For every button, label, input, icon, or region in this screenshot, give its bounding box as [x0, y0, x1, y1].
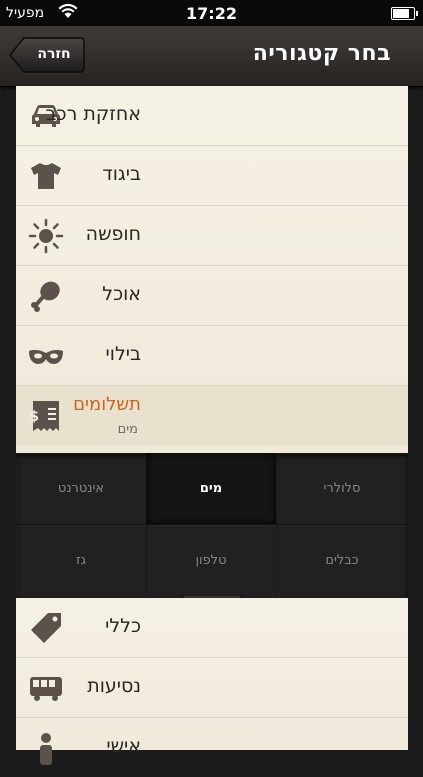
svg-text:$: $	[29, 409, 39, 425]
status-bar: מפעיל 17:22	[0, 0, 423, 26]
selected-subcategory-label: מים	[117, 422, 138, 437]
category-row-payments[interactable]: $ תשלומים מים	[16, 386, 408, 446]
bus-icon	[30, 677, 62, 701]
category-row-general[interactable]: כללי	[16, 598, 408, 658]
subcategory-water[interactable]: מים	[146, 453, 277, 525]
category-label: כללי	[105, 615, 141, 637]
bill-icon: $	[29, 401, 59, 431]
tag-icon	[31, 613, 61, 643]
back-button-label: חזרה	[37, 46, 71, 62]
category-label: אחזקת רכב	[45, 103, 141, 125]
subcategory-internet[interactable]: אינטרנט	[16, 453, 147, 525]
category-list-more: כללי נסיעות אישי	[16, 598, 408, 765]
category-label: ביגוד	[102, 163, 141, 185]
mask-icon	[29, 349, 63, 364]
subcategory-cellular[interactable]: סלולרי	[276, 453, 408, 525]
category-row-entertainment[interactable]: בילוי	[16, 326, 408, 386]
subcategory-phone[interactable]: טלפון	[146, 525, 277, 596]
clock: 17:22	[186, 4, 237, 23]
battery-icon	[391, 7, 418, 20]
page-title: בחר קטגוריה	[252, 41, 391, 66]
category-label: תשלומים	[73, 394, 141, 415]
category-row-personal[interactable]: אישי	[16, 718, 408, 777]
navigation-bar: חזרה בחר קטגוריה	[0, 26, 423, 87]
tshirt-icon	[31, 163, 61, 189]
subcategory-gas[interactable]: גז	[16, 525, 147, 596]
drumstick-icon	[31, 281, 60, 312]
category-row-food[interactable]: אוכל	[16, 266, 408, 326]
sun-icon	[28, 218, 64, 254]
subcategory-cable[interactable]: כבלים	[276, 525, 408, 596]
category-label: אוכל	[102, 283, 141, 305]
category-label: אישי	[106, 735, 141, 757]
subcategory-grid: אינטרנט מים סלולרי גז טלפון כבלים	[16, 453, 408, 598]
category-row-clothing[interactable]: ביגוד	[16, 146, 408, 206]
back-button[interactable]: חזרה	[9, 37, 85, 73]
category-label: חופשה	[85, 223, 141, 245]
person-icon	[40, 733, 52, 765]
category-label: נסיעות	[87, 675, 141, 697]
category-row-vacation[interactable]: חופשה	[16, 206, 408, 266]
category-row-car-maintenance[interactable]: אחזקת רכב	[16, 86, 408, 146]
category-row-travel[interactable]: נסיעות	[16, 658, 408, 718]
category-label: בילוי	[105, 343, 141, 365]
category-list: אחזקת רכב ביגוד חופשה אוכל בילוי $ תשלומ…	[16, 86, 408, 453]
